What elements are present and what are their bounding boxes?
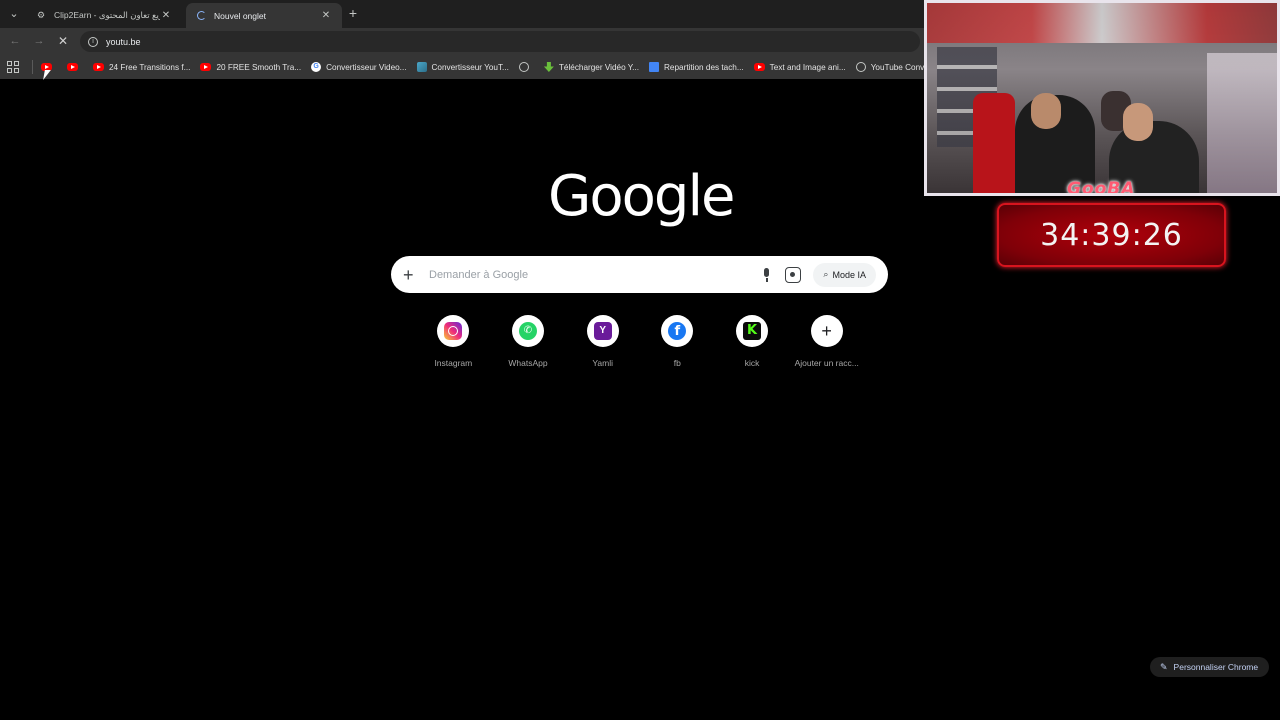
shortcut-kick[interactable]: K kick bbox=[715, 315, 790, 375]
webcam-person-head bbox=[1123, 103, 1153, 141]
shortcut-whatsapp[interactable]: ✆ WhatsApp bbox=[491, 315, 566, 375]
pencil-icon: ✎ bbox=[1160, 661, 1168, 672]
gaming-chair bbox=[973, 93, 1015, 193]
shortcut-label: fb bbox=[673, 358, 681, 368]
shortcut-label: Yamli bbox=[592, 358, 613, 368]
bookmark-label: Convertisseur YouT... bbox=[431, 62, 509, 72]
shortcut-tile[interactable]: K bbox=[736, 315, 769, 347]
loading-spinner-icon bbox=[196, 11, 206, 21]
tab-clip2earn[interactable]: ⚙ Clip2Earn - تسريع تعاون المحتوى ✕ bbox=[26, 3, 182, 28]
add-plus-icon[interactable]: + bbox=[403, 266, 419, 284]
shortcut-yamli[interactable]: Y Yamli bbox=[565, 315, 640, 375]
google-logo: Google bbox=[548, 164, 735, 229]
bookmark-label: 20 FREE Smooth Tra... bbox=[216, 62, 302, 72]
bookmark-item[interactable]: 24 Free Transitions f... bbox=[93, 63, 190, 72]
bookmark-item[interactable]: Télécharger Vidéo Y... bbox=[543, 62, 640, 72]
search-sparkle-icon: ⌕ bbox=[823, 269, 829, 279]
tab-title: Nouvel onglet bbox=[214, 10, 266, 21]
converter-icon bbox=[416, 62, 427, 72]
shortcut-tile[interactable]: ✆ bbox=[512, 315, 544, 347]
close-icon[interactable]: ✕ bbox=[320, 10, 332, 21]
back-arrow-icon[interactable]: ← bbox=[8, 34, 22, 48]
bookmark-item[interactable] bbox=[518, 62, 534, 72]
webcam-background bbox=[1207, 53, 1277, 193]
bookmark-item[interactable]: 20 FREE Smooth Tra... bbox=[200, 63, 301, 72]
instagram-icon bbox=[444, 322, 463, 340]
ai-mode-label: Mode IA bbox=[832, 269, 866, 280]
google-icon: G bbox=[311, 62, 322, 72]
shortcut-label: kick bbox=[744, 358, 760, 368]
shortcut-tile[interactable] bbox=[437, 315, 470, 347]
bookmark-item[interactable]: Convertisseur YouT... bbox=[416, 62, 509, 72]
settings-favicon-icon: ⚙ bbox=[36, 10, 46, 20]
webcam-person-head bbox=[1031, 93, 1061, 129]
bookmark-item[interactable]: Text and Image ani... bbox=[753, 62, 846, 72]
shortcut-fb[interactable]: f fb bbox=[640, 315, 715, 375]
youtube-icon bbox=[753, 63, 765, 71]
docs-icon bbox=[649, 62, 660, 72]
customize-chrome-label: Personnaliser Chrome bbox=[1173, 662, 1259, 672]
shortcut-tile[interactable]: Y bbox=[586, 315, 619, 347]
new-tab-plus-icon[interactable]: + bbox=[346, 5, 360, 21]
bookmark-label: 24 Free Transitions f... bbox=[109, 62, 191, 72]
bookmark-label: Repartition des tach... bbox=[664, 62, 744, 72]
tab-new-tab[interactable]: Nouvel onglet ✕ bbox=[186, 3, 342, 28]
yamli-icon: Y bbox=[593, 322, 612, 340]
youtube-icon bbox=[93, 63, 104, 71]
youtube-icon bbox=[67, 63, 78, 71]
bookmark-item[interactable] bbox=[67, 63, 83, 71]
shortcut-tile[interactable]: f bbox=[661, 315, 694, 347]
shortcuts-row: Instagram ✆ WhatsApp Y Yamli f fb K kick… bbox=[416, 315, 864, 375]
globe-icon bbox=[855, 62, 866, 72]
facebook-icon: f bbox=[668, 322, 687, 340]
bookmark-label: Text and Image ani... bbox=[769, 62, 846, 72]
webcam-tag: GooBA bbox=[1067, 179, 1136, 196]
plus-icon: + bbox=[821, 321, 832, 341]
tab-title: Clip2Earn - تسريع تعاون المحتوى bbox=[54, 10, 160, 20]
shortcut-tile[interactable]: + bbox=[810, 315, 843, 347]
search-box[interactable]: + ⌕ Mode IA bbox=[391, 256, 888, 293]
kick-icon: K bbox=[743, 322, 762, 340]
address-bar[interactable]: i youtu.be bbox=[80, 31, 920, 52]
whatsapp-icon: ✆ bbox=[519, 322, 537, 340]
search-input[interactable] bbox=[429, 268, 754, 281]
ai-mode-button[interactable]: ⌕ Mode IA bbox=[813, 262, 876, 287]
stop-loading-icon[interactable]: ✕ bbox=[56, 34, 70, 48]
shortcut-add[interactable]: + Ajouter un racc... bbox=[789, 315, 864, 375]
globe-icon bbox=[518, 62, 529, 72]
shortcut-instagram[interactable]: Instagram bbox=[416, 315, 491, 375]
apps-grid-icon[interactable] bbox=[6, 60, 20, 74]
customize-chrome-button[interactable]: ✎ Personnaliser Chrome bbox=[1150, 657, 1269, 677]
google-lens-icon[interactable] bbox=[785, 266, 802, 283]
bookmarks-divider bbox=[32, 60, 33, 74]
stream-timer: 34:39:26 bbox=[997, 203, 1226, 267]
close-icon[interactable]: ✕ bbox=[160, 10, 172, 21]
bookmark-label: Télécharger Vidéo Y... bbox=[558, 62, 640, 72]
forward-arrow-icon[interactable]: → bbox=[32, 34, 46, 48]
bookmark-item[interactable]: G Convertisseur Video... bbox=[311, 62, 407, 72]
download-icon bbox=[543, 62, 554, 72]
youtube-icon bbox=[200, 63, 212, 71]
bookmark-item[interactable]: Repartition des tach... bbox=[649, 62, 744, 72]
shortcut-label: Instagram bbox=[434, 358, 473, 368]
address-url[interactable]: youtu.be bbox=[106, 37, 141, 47]
tab-search-chevron-icon[interactable]: ⌄ bbox=[6, 6, 22, 22]
webcam-overlay: GooBA bbox=[924, 0, 1280, 196]
shortcut-label: Ajouter un racc... bbox=[794, 358, 859, 368]
shortcut-label: WhatsApp bbox=[508, 358, 548, 368]
site-info-icon[interactable]: i bbox=[88, 36, 98, 47]
webcam-banner bbox=[927, 3, 1277, 43]
microphone-icon[interactable] bbox=[759, 267, 775, 283]
bookmark-label: Convertisseur Video... bbox=[326, 62, 407, 72]
